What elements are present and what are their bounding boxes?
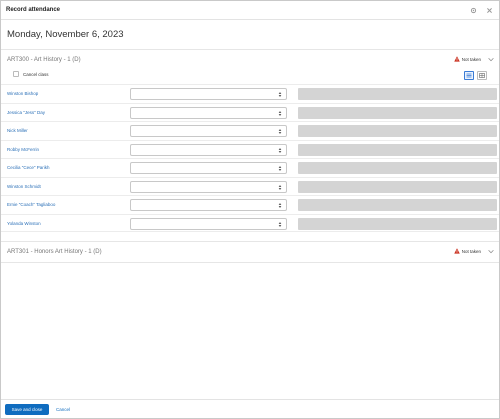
warning-icon — [453, 248, 460, 254]
view-toggle — [464, 71, 487, 80]
status-badge: Not taken — [453, 56, 481, 62]
student-name[interactable]: Winston Schmidt — [7, 184, 41, 189]
attendance-status-select[interactable] — [130, 199, 287, 211]
attendance-status-select[interactable] — [130, 162, 287, 174]
student-row: Robby McFerrin — [1, 139, 499, 159]
student-row: Jessica "Jess" Day — [1, 102, 499, 122]
student-row: Ernie "Coach" Tagliaboo — [1, 195, 499, 214]
student-row: Yolanda Winston — [1, 213, 499, 232]
student-name[interactable]: Yolanda Winston — [7, 221, 41, 226]
remarks-field[interactable] — [298, 180, 497, 193]
chevron-down-icon[interactable] — [488, 57, 494, 62]
remarks-field[interactable] — [298, 106, 497, 119]
modal-title: Record attendance — [6, 7, 61, 13]
list-view-button[interactable] — [464, 71, 474, 80]
cancel-class-label: Cancel class — [23, 71, 49, 77]
select-arrows-icon — [278, 203, 282, 208]
remarks-field[interactable] — [298, 199, 497, 211]
save-and-close-button[interactable]: Save and close — [5, 404, 49, 415]
class-header[interactable]: ART300 - Art History - 1 (D) Not taken — [1, 50, 499, 69]
settings-icon[interactable] — [469, 6, 477, 14]
student-name[interactable]: Winston Bishop — [7, 91, 38, 96]
attendance-status-select[interactable] — [130, 125, 287, 137]
close-icon[interactable] — [485, 6, 493, 14]
cancel-class-checkbox[interactable] — [13, 71, 19, 77]
attendance-status-select[interactable] — [130, 143, 287, 156]
select-arrows-icon — [278, 221, 282, 227]
attendance-status-select[interactable] — [130, 106, 287, 119]
select-arrows-icon — [278, 184, 282, 190]
class-name: ART300 - Art History - 1 (D) — [7, 56, 81, 63]
remarks-field[interactable] — [298, 143, 497, 156]
student-row: Winston Schmidt — [1, 176, 499, 196]
modal-titlebar: Record attendance — [1, 1, 499, 20]
attendance-status-select[interactable] — [130, 217, 287, 230]
attendance-status-select[interactable] — [130, 88, 287, 100]
student-name[interactable]: Cecilia "Cece" Parikh — [7, 165, 49, 170]
date-heading: Monday, November 6, 2023 — [7, 29, 124, 40]
attendance-modal: Record attendance Monday, November 6, 20… — [0, 0, 500, 419]
student-name[interactable]: Robby McFerrin — [7, 147, 39, 152]
student-list: Winston Bishop Jessica "Jess" Day Nick M… — [1, 84, 499, 232]
select-arrows-icon — [278, 110, 282, 116]
select-arrows-icon — [278, 129, 282, 134]
student-row: Cecilia "Cece" Parikh — [1, 158, 499, 177]
remarks-field[interactable] — [298, 125, 497, 137]
class-name: ART301 - Honors Art History - 1 (D) — [7, 248, 102, 255]
footer-divider — [1, 399, 499, 400]
cancel-class-row: Cancel class — [13, 71, 49, 77]
status-text: Not taken — [461, 56, 481, 62]
grid-view-button[interactable] — [477, 71, 487, 80]
grid-icon — [479, 73, 485, 78]
remarks-field[interactable] — [298, 88, 497, 100]
student-name[interactable]: Jessica "Jess" Day — [7, 110, 45, 115]
class-header[interactable]: ART301 - Honors Art History - 1 (D) Not … — [1, 242, 499, 261]
status-text: Not taken — [461, 248, 481, 254]
student-name[interactable]: Nick Miller — [7, 128, 28, 133]
select-arrows-icon — [278, 166, 282, 171]
status-badge: Not taken — [453, 248, 481, 254]
chevron-down-icon[interactable] — [488, 249, 494, 254]
remarks-field[interactable] — [298, 162, 497, 174]
student-row: Nick Miller — [1, 121, 499, 140]
remarks-field[interactable] — [298, 217, 497, 230]
select-arrows-icon — [278, 92, 282, 97]
attendance-status-select[interactable] — [130, 180, 287, 193]
class-section-art301: ART301 - Honors Art History - 1 (D) Not … — [1, 241, 499, 263]
class-section-art300: ART300 - Art History - 1 (D) Not taken C… — [1, 49, 499, 239]
list-icon — [466, 73, 472, 78]
warning-icon — [453, 56, 460, 62]
student-row: Winston Bishop — [1, 84, 499, 103]
select-arrows-icon — [278, 147, 282, 153]
cancel-button[interactable]: Cancel — [56, 407, 70, 412]
student-name[interactable]: Ernie "Coach" Tagliaboo — [7, 202, 55, 207]
